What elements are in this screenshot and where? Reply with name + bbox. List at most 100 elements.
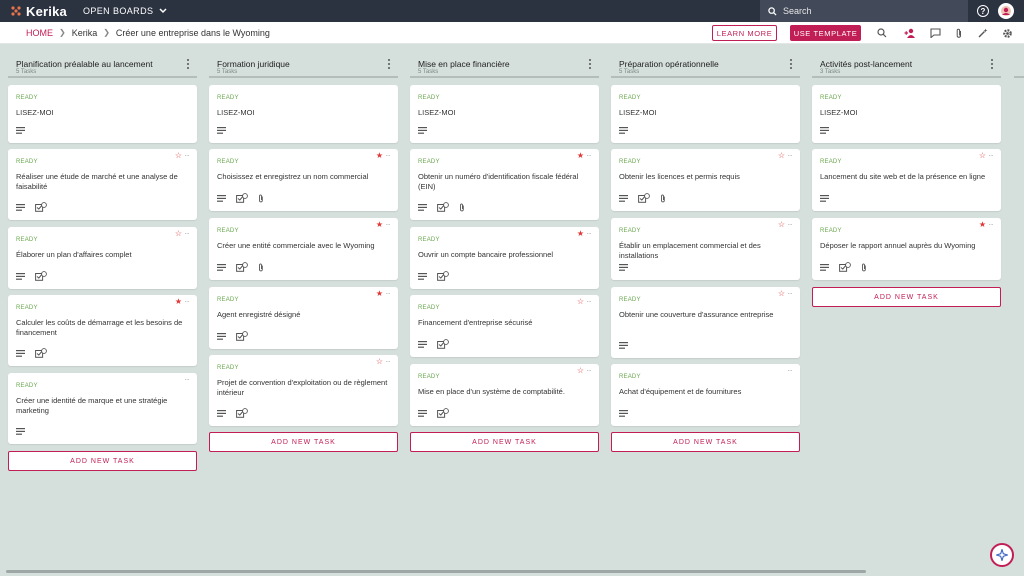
star-filled-icon[interactable]: ★ <box>376 290 383 298</box>
more-vertical-icon[interactable] <box>587 58 593 70</box>
add-new-task-button[interactable]: ADD NEW TASK <box>611 432 800 452</box>
task-card[interactable]: READY LISEZ-MOI <box>812 85 1001 143</box>
search-input[interactable]: Search <box>760 0 968 22</box>
ai-assistant-button[interactable] <box>990 543 1014 567</box>
breadcrumb-account[interactable]: Kerika <box>72 28 98 38</box>
task-status: READY <box>16 95 38 101</box>
star-outline-icon[interactable]: ☆ <box>577 367 584 375</box>
top-bar: Kerika OPEN BOARDS Search ? <box>0 0 1024 22</box>
help-icon[interactable]: ? <box>977 5 989 17</box>
kerika-logo[interactable]: Kerika <box>10 4 67 19</box>
star-filled-icon[interactable]: ★ <box>376 152 383 160</box>
task-card[interactable]: READY Lancement du site web et de la prés… <box>812 149 1001 211</box>
star-filled-icon[interactable]: ★ <box>175 298 182 306</box>
task-card[interactable]: READY Calculer les coûts de démarrage et … <box>8 295 197 366</box>
column-title[interactable]: Formation juridique <box>217 59 290 69</box>
more-horizontal-icon[interactable]: ... <box>185 229 190 236</box>
add-member-icon[interactable] <box>904 27 916 39</box>
more-vertical-icon[interactable] <box>185 58 191 70</box>
star-filled-icon[interactable]: ★ <box>979 221 986 229</box>
more-horizontal-icon[interactable]: ... <box>989 220 994 227</box>
star-outline-icon[interactable]: ☆ <box>778 152 785 160</box>
more-horizontal-icon[interactable]: ... <box>185 375 190 382</box>
task-card[interactable]: READY Réaliser une étude de marché et une… <box>8 149 197 220</box>
task-card[interactable]: READY Élaborer un plan d'affaires complet… <box>8 227 197 289</box>
more-horizontal-icon[interactable]: ... <box>587 151 592 158</box>
settings-gear-icon[interactable] <box>1001 27 1013 39</box>
more-horizontal-icon[interactable]: ... <box>386 357 391 364</box>
add-new-task-button[interactable]: ADD NEW TASK <box>8 451 197 471</box>
star-filled-icon[interactable]: ★ <box>577 152 584 160</box>
more-horizontal-icon[interactable]: ... <box>788 151 793 158</box>
task-status: READY <box>418 95 440 101</box>
task-card[interactable]: READY Choisissez et enregistrez un nom co… <box>209 149 398 211</box>
task-card-icons <box>418 125 437 135</box>
task-card[interactable]: READY Ouvrir un compte bancaire professio… <box>410 227 599 289</box>
description-icon <box>418 203 427 211</box>
more-vertical-icon[interactable] <box>989 58 995 70</box>
add-new-task-button[interactable]: ADD NEW TASK <box>812 287 1001 307</box>
open-boards-menu[interactable]: OPEN BOARDS <box>83 6 167 16</box>
star-outline-icon[interactable]: ☆ <box>577 298 584 306</box>
more-horizontal-icon[interactable]: ... <box>386 289 391 296</box>
task-card[interactable]: READY LISEZ-MOI <box>8 85 197 143</box>
star-outline-icon[interactable]: ☆ <box>175 230 182 238</box>
task-card[interactable]: READY Achat d'équipement et de fourniture… <box>611 364 800 426</box>
task-card[interactable]: READY Mise en place d'un système de compt… <box>410 364 599 426</box>
more-horizontal-icon[interactable]: ... <box>587 366 592 373</box>
task-card-icons <box>418 339 459 349</box>
more-horizontal-icon[interactable]: ... <box>185 297 190 304</box>
task-card-icons <box>16 125 35 135</box>
breadcrumb-home[interactable]: HOME <box>26 28 53 38</box>
task-card[interactable]: READY Obtenir une couverture d'assurance … <box>611 287 800 358</box>
task-card[interactable]: READY LISEZ-MOI <box>611 85 800 143</box>
search-board-icon[interactable] <box>876 27 888 39</box>
task-card[interactable]: READY Créer une identité de marque et une… <box>8 373 197 444</box>
add-new-task-button[interactable]: ADD NEW TASK <box>209 432 398 452</box>
chat-icon[interactable] <box>929 27 941 39</box>
user-avatar[interactable] <box>998 3 1014 19</box>
magic-wand-icon[interactable] <box>977 27 989 39</box>
task-card[interactable]: READY Déposer le rapport annuel auprès du… <box>812 218 1001 280</box>
task-card[interactable]: READY Établir un emplacement commercial e… <box>611 218 800 280</box>
horizontal-scrollbar[interactable] <box>6 570 866 573</box>
star-outline-icon[interactable]: ☆ <box>979 152 986 160</box>
task-card[interactable]: READY Créer une entité commerciale avec l… <box>209 218 398 280</box>
column-title[interactable]: Mise en place financière <box>418 59 510 69</box>
column-title[interactable]: Planification préalable au lancement <box>16 59 153 69</box>
checklist-icon <box>35 202 47 212</box>
description-icon <box>820 194 829 202</box>
task-card[interactable]: READY Obtenir les licences et permis requ… <box>611 149 800 211</box>
task-card[interactable]: READY Agent enregistré désigné ★... <box>209 287 398 349</box>
use-template-button[interactable]: USE TEMPLATE <box>790 25 861 41</box>
star-outline-icon[interactable]: ☆ <box>778 221 785 229</box>
more-horizontal-icon[interactable]: ... <box>386 151 391 158</box>
star-outline-icon[interactable]: ☆ <box>778 290 785 298</box>
more-horizontal-icon[interactable]: ... <box>788 366 793 373</box>
more-vertical-icon[interactable] <box>386 58 392 70</box>
task-card[interactable]: READY LISEZ-MOI <box>209 85 398 143</box>
task-card[interactable]: READY LISEZ-MOI <box>410 85 599 143</box>
more-horizontal-icon[interactable]: ... <box>587 297 592 304</box>
more-horizontal-icon[interactable]: ... <box>587 229 592 236</box>
task-card[interactable]: READY Financement d'entreprise sécurisé ☆.… <box>410 295 599 357</box>
task-card[interactable]: READY Projet de convention d'exploitation… <box>209 355 398 426</box>
star-filled-icon[interactable]: ★ <box>577 230 584 238</box>
more-vertical-icon[interactable] <box>788 58 794 70</box>
star-filled-icon[interactable]: ★ <box>376 221 383 229</box>
add-new-task-button[interactable]: ADD NEW TASK <box>410 432 599 452</box>
more-horizontal-icon[interactable]: ... <box>386 220 391 227</box>
column-title[interactable]: Préparation opérationnelle <box>619 59 719 69</box>
more-horizontal-icon[interactable]: ... <box>788 289 793 296</box>
more-horizontal-icon[interactable]: ... <box>185 151 190 158</box>
more-horizontal-icon[interactable]: ... <box>989 151 994 158</box>
task-card[interactable]: READY Obtenir un numéro d'identification … <box>410 149 599 220</box>
more-horizontal-icon[interactable]: ... <box>788 220 793 227</box>
column-title[interactable]: Activités post-lancement <box>820 59 912 69</box>
attachment-icon <box>258 263 264 272</box>
star-outline-icon[interactable]: ☆ <box>175 152 182 160</box>
learn-more-button[interactable]: LEARN MORE <box>712 25 777 41</box>
attachment-icon[interactable] <box>953 27 965 39</box>
star-outline-icon[interactable]: ☆ <box>376 358 383 366</box>
task-title: LISEZ-MOI <box>16 108 54 117</box>
